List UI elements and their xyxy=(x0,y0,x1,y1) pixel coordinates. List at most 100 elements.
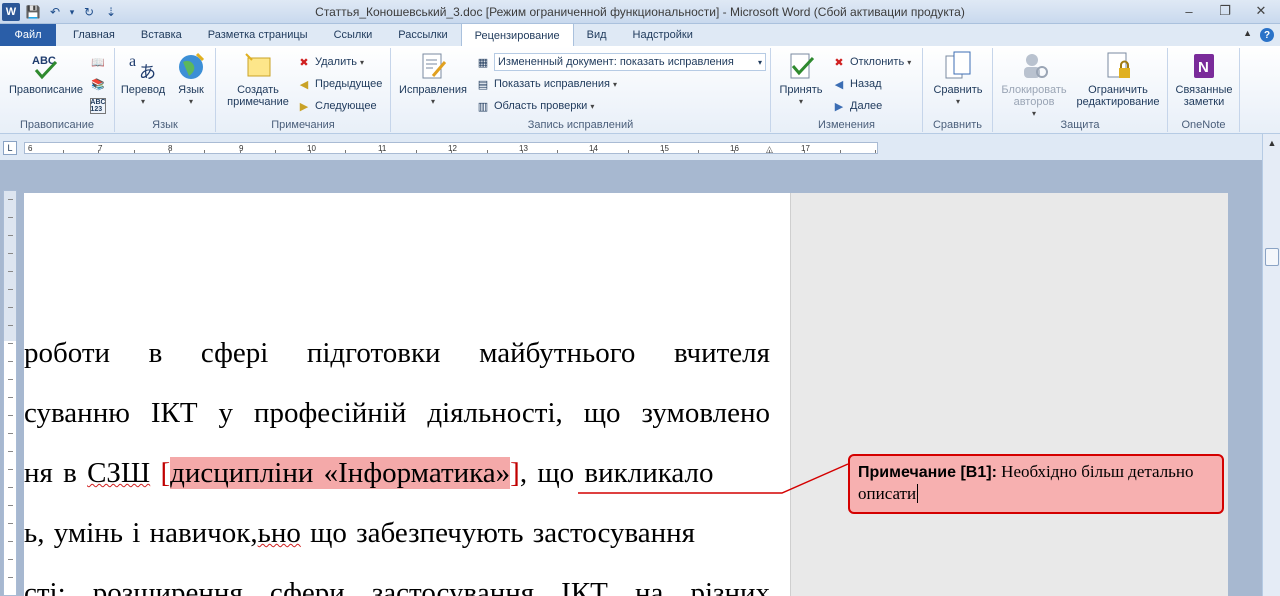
ruler-mark xyxy=(310,150,312,153)
tab-file[interactable]: Файл xyxy=(0,24,56,46)
word-count-icon: ABC 123 xyxy=(90,98,106,114)
spelling-button[interactable]: ABC Правописание xyxy=(6,50,86,96)
reviewing-pane-button[interactable]: ▥ Область проверки ▾ xyxy=(475,96,595,116)
ruler-mark xyxy=(239,150,241,153)
horizontal-ruler[interactable]: 6 7 8 9 10 11 12 13 14 15 16 17 xyxy=(24,142,878,154)
help-icon[interactable]: ? xyxy=(1260,28,1274,42)
ruler-mark xyxy=(874,150,876,153)
new-comment-icon xyxy=(242,50,274,82)
research-button[interactable]: 📖 xyxy=(90,52,106,72)
display-for-review-icon-wrap: ▦ xyxy=(475,52,491,72)
vertical-scrollbar[interactable]: ▲ xyxy=(1262,134,1280,596)
next-change-button[interactable]: ▶ Далее xyxy=(831,96,882,116)
new-comment-button[interactable]: Создать примечание xyxy=(220,50,296,108)
block-authors-button[interactable]: Блокировать авторов ▾ xyxy=(995,50,1073,120)
ruler-mark xyxy=(98,150,100,153)
scroll-up-icon[interactable]: ▲ xyxy=(1265,136,1279,150)
compare-icon xyxy=(942,50,974,82)
title-bar: W 💾 ↶ ▾ ↻ ⇣ Статтья_Коношевський_3.doc [… xyxy=(0,0,1280,24)
tab-view[interactable]: Вид xyxy=(574,24,620,46)
ruler-mark xyxy=(63,150,64,153)
spellcheck-icon: ABC xyxy=(30,50,62,82)
group-spelling: ABC Правописание 📖 📚 ABC 123 Правописание xyxy=(0,48,115,132)
ruler-mark xyxy=(663,150,665,153)
ribbon-tabs: Файл Главная Вставка Разметка страницы С… xyxy=(0,23,1280,47)
minimize-button[interactable]: – xyxy=(1178,2,1200,20)
compare-button[interactable]: Сравнить ▾ xyxy=(927,50,989,108)
window-title: Статтья_Коношевський_3.doc [Режим ограни… xyxy=(315,5,965,19)
delete-comment-icon: ✖ xyxy=(299,56,309,69)
ruler-mark xyxy=(345,150,347,153)
ruler-mark xyxy=(274,150,276,153)
accept-icon xyxy=(785,50,817,82)
thesaurus-button[interactable]: 📚 xyxy=(90,74,106,94)
next-comment-icon: ▶ xyxy=(299,100,309,113)
ruler-mark xyxy=(839,150,841,153)
group-language: aあ Перевод ▾ Язык ▾ Язык xyxy=(115,48,216,132)
reject-button[interactable]: ✖ Отклонить ▾ xyxy=(831,52,911,72)
tab-mailings[interactable]: Рассылки xyxy=(385,24,460,46)
translate-button[interactable]: aあ Перевод ▾ xyxy=(119,50,167,108)
group-onenote: N Связанные заметки OneNote xyxy=(1168,48,1240,132)
thesaurus-icon: 📚 xyxy=(91,78,105,91)
previous-comment-button[interactable]: ◀ Предыдущее xyxy=(296,74,383,94)
tab-page-layout[interactable]: Разметка страницы xyxy=(195,24,321,46)
tab-home[interactable]: Главная xyxy=(60,24,128,46)
language-button[interactable]: Язык ▾ xyxy=(169,50,213,108)
previous-change-button[interactable]: ◀ Назад xyxy=(831,74,882,94)
chevron-down-icon: ▾ xyxy=(757,57,762,67)
display-for-review-icon: ▦ xyxy=(477,56,489,69)
ruler-mark xyxy=(416,150,417,153)
ruler-mark xyxy=(521,150,523,153)
ruler-mark xyxy=(698,150,700,153)
ruler-mark xyxy=(168,150,170,153)
linked-notes-button[interactable]: N Связанные заметки xyxy=(1172,50,1236,108)
group-tracking: Исправления ▾ ▦ Измененный документ: пок… xyxy=(391,48,771,132)
minimize-ribbon-icon[interactable]: ▲ xyxy=(1243,28,1252,42)
show-markup-icon: ▤ xyxy=(477,78,489,91)
tab-review[interactable]: Рецензирование xyxy=(460,23,574,47)
ruler-mark xyxy=(627,150,629,153)
document-area: роботи в сфері підготовки майбутнього вч… xyxy=(0,160,1262,596)
track-changes-icon xyxy=(417,50,449,82)
onenote-icon: N xyxy=(1188,50,1220,82)
ruler-mark xyxy=(486,150,488,153)
restrict-editing-icon xyxy=(1102,50,1134,82)
restrict-editing-button[interactable]: Ограничить редактирование xyxy=(1071,50,1165,108)
next-comment-button[interactable]: ▶ Следующее xyxy=(296,96,377,116)
group-compare: Сравнить ▾ Сравнить xyxy=(923,48,993,132)
display-for-review-combo[interactable]: Измененный документ: показать исправлени… xyxy=(494,53,766,71)
ruler-mark xyxy=(204,150,206,153)
globe-icon xyxy=(175,50,207,82)
text-cursor xyxy=(917,484,919,503)
ruler-mark xyxy=(733,150,735,153)
word-count-button[interactable]: ABC 123 xyxy=(90,96,106,116)
delete-comment-button[interactable]: ✖ Удалить ▾ xyxy=(296,52,364,72)
tab-addins[interactable]: Надстройки xyxy=(620,24,706,46)
ruler-mark xyxy=(380,150,382,153)
ruler-mark xyxy=(451,150,453,153)
scroll-thumb[interactable] xyxy=(1265,248,1279,266)
show-markup-button[interactable]: ▤ Показать исправления ▾ xyxy=(475,74,617,94)
next-change-icon: ▶ xyxy=(834,100,844,113)
ruler-mark xyxy=(133,150,135,153)
research-icon: 📖 xyxy=(91,56,105,69)
comment-balloon[interactable]: Примечание [B1]: Необхідно більш детальн… xyxy=(848,454,1224,514)
track-changes-button[interactable]: Исправления ▾ xyxy=(395,50,471,108)
ruler-mark xyxy=(557,150,559,153)
right-indent-marker[interactable]: △ xyxy=(766,144,773,155)
tab-references[interactable]: Ссылки xyxy=(321,24,386,46)
close-button[interactable]: ✕ xyxy=(1250,2,1272,20)
accept-button[interactable]: Принять ▾ xyxy=(775,50,827,108)
previous-comment-icon: ◀ xyxy=(299,78,309,91)
restore-button[interactable]: ❐ xyxy=(1214,2,1236,20)
ribbon: ABC Правописание 📖 📚 ABC 123 Правописание… xyxy=(0,46,1280,134)
ruler-mark xyxy=(592,150,594,153)
svg-text:あ: あ xyxy=(139,63,156,82)
comment-connector-line xyxy=(578,463,849,494)
group-changes: Принять ▾ ✖ Отклонить ▾ ◀ Назад ▶ Далее Изме… xyxy=(771,48,923,132)
tab-selector[interactable]: L xyxy=(3,141,17,155)
group-protect: Блокировать авторов ▾ Ограничить редакти… xyxy=(993,48,1168,132)
tab-insert[interactable]: Вставка xyxy=(128,24,195,46)
reviewing-pane-icon: ▥ xyxy=(477,100,489,113)
